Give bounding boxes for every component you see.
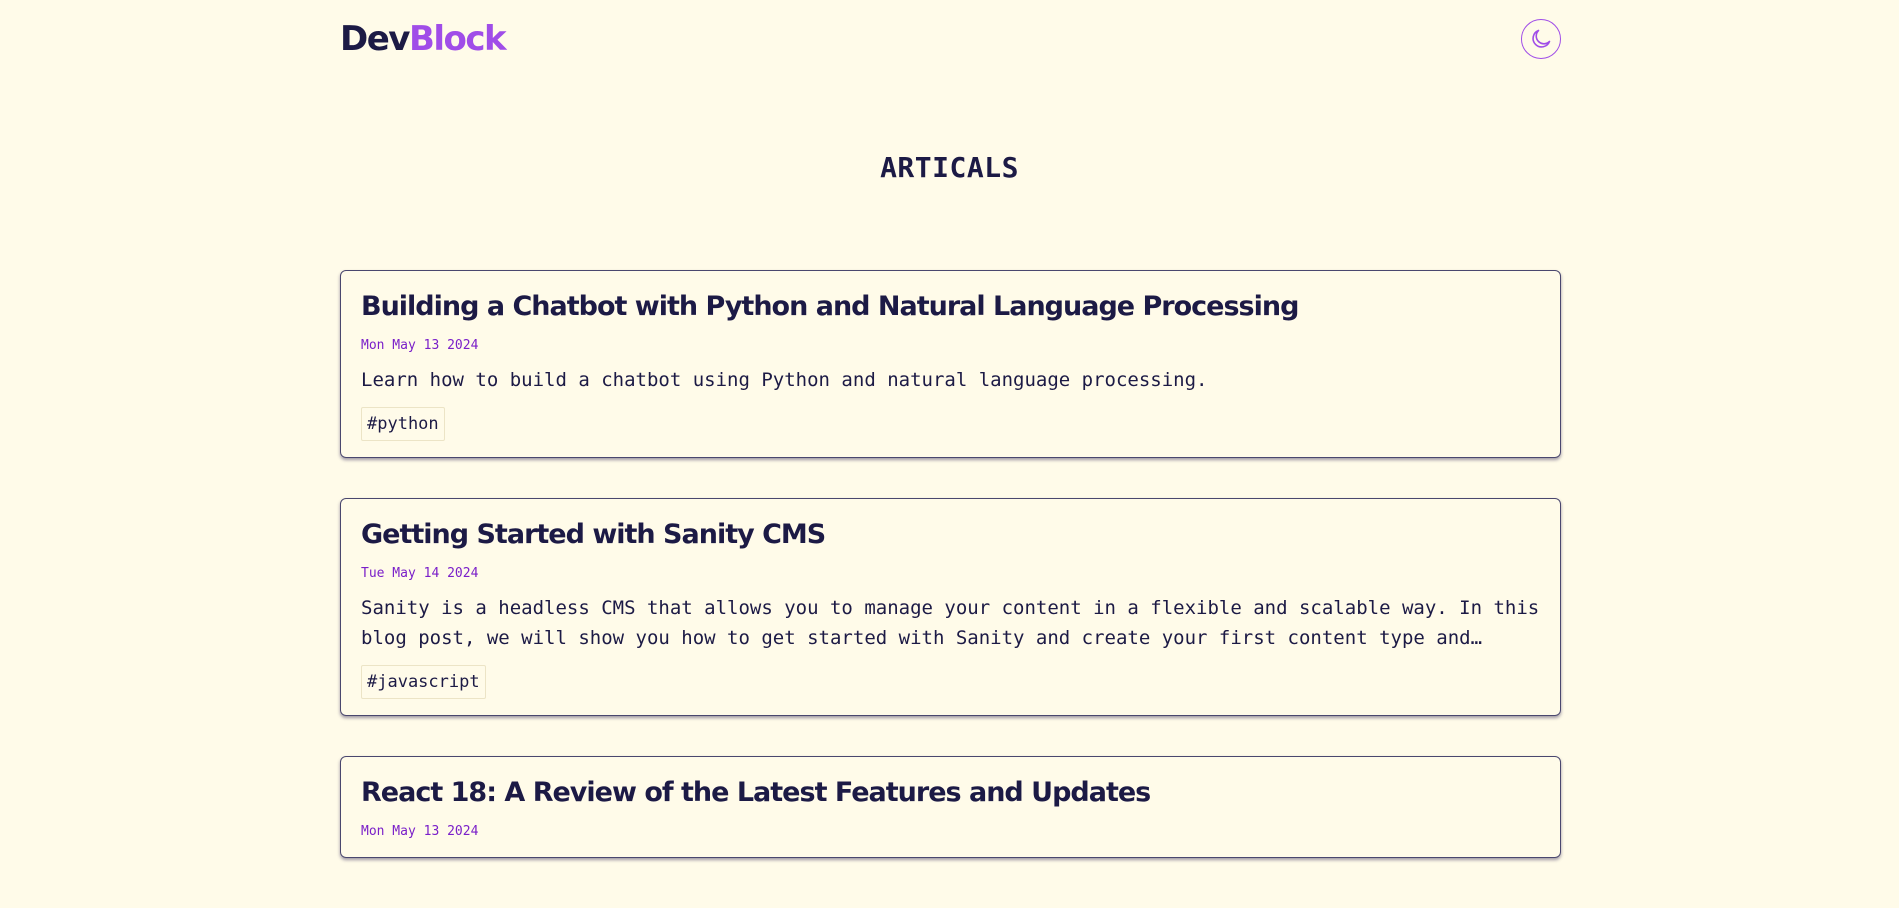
article-card[interactable]: Building a Chatbot with Python and Natur… (340, 270, 1561, 458)
article-card[interactable]: React 18: A Review of the Latest Feature… (340, 756, 1561, 858)
article-date: Mon May 13 2024 (361, 338, 479, 353)
article-tag[interactable]: #javascript (361, 665, 486, 699)
site-logo[interactable]: DevBlock (340, 17, 507, 61)
moon-icon (1532, 29, 1551, 48)
article-date: Tue May 14 2024 (361, 566, 479, 581)
article-title[interactable]: Getting Started with Sanity CMS (361, 517, 1540, 553)
article-title[interactable]: React 18: A Review of the Latest Feature… (361, 775, 1540, 811)
article-date: Mon May 13 2024 (361, 824, 479, 839)
site-header: DevBlock (340, 0, 1561, 80)
page-title: ARTICALS (880, 151, 1019, 184)
article-tags: #python (361, 407, 1540, 441)
article-tags: #javascript (361, 665, 1540, 699)
article-card[interactable]: Getting Started with Sanity CMS Tue May … (340, 498, 1561, 716)
article-description: Learn how to build a chatbot using Pytho… (361, 369, 1208, 391)
logo-text-block: Block (408, 19, 507, 59)
logo-text-dev: Dev (340, 19, 410, 59)
article-tag[interactable]: #python (361, 407, 445, 441)
article-description: Sanity is a headless CMS that allows you… (361, 597, 1540, 649)
article-list: Building a Chatbot with Python and Natur… (340, 270, 1561, 898)
article-title[interactable]: Building a Chatbot with Python and Natur… (361, 289, 1540, 325)
theme-toggle-button[interactable] (1521, 19, 1561, 59)
